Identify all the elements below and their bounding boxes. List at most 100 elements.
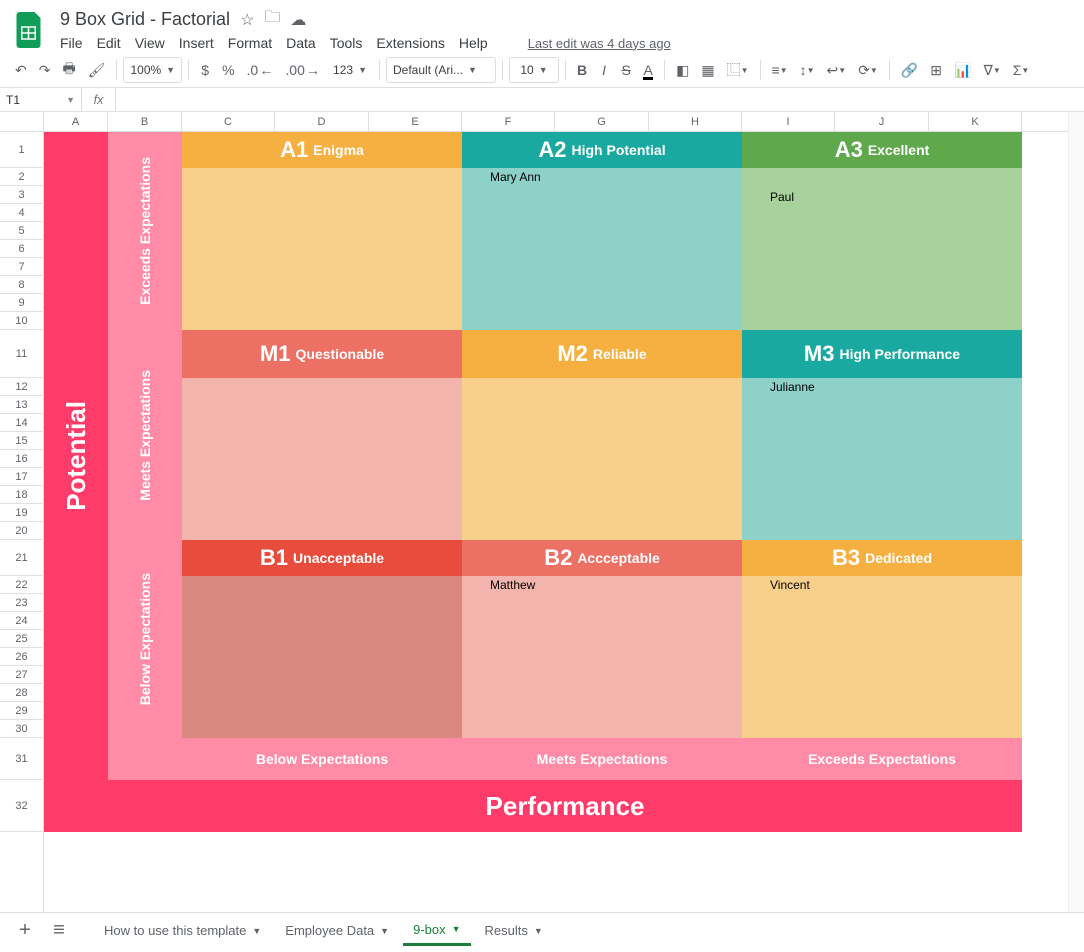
menu-help[interactable]: Help [459,35,488,51]
row-header[interactable]: 10 [0,312,43,330]
tab-employee-data[interactable]: Employee Data▼ [275,917,399,944]
row-header[interactable]: 28 [0,684,43,702]
borders-button[interactable]: ▦ [696,57,719,83]
last-edit-link[interactable]: Last edit was 4 days ago [528,36,671,51]
star-icon[interactable]: ☆ [240,10,254,30]
col-header[interactable]: E [369,112,462,131]
menu-insert[interactable]: Insert [179,35,214,51]
font-size-select[interactable]: 10▼ [509,57,559,83]
col-header[interactable]: I [742,112,835,131]
rotate-button[interactable]: ⟳ ▼ [853,57,883,83]
col-header[interactable]: J [835,112,929,131]
menu-file[interactable]: File [60,35,83,51]
insert-chart-button[interactable]: 📊 [949,57,976,83]
col-header[interactable]: D [275,112,369,131]
col-header[interactable]: H [649,112,742,131]
row-header[interactable]: 21 [0,540,43,576]
percent-button[interactable]: % [217,57,239,83]
box-body-B2[interactable]: Matthew [462,576,742,738]
valign-button[interactable]: ↕ ▼ [795,57,820,83]
row-header[interactable]: 11 [0,330,43,378]
box-body-A1[interactable] [182,168,462,330]
zoom-select[interactable]: 100%▼ [123,57,182,83]
menu-view[interactable]: View [135,35,165,51]
row-header[interactable]: 9 [0,294,43,312]
more-formats-select[interactable]: 123▼ [327,57,373,83]
dec-increase-button[interactable]: .00 → [280,57,325,83]
undo-button[interactable]: ↶ [10,57,32,83]
add-sheet-button[interactable]: + [10,916,40,946]
col-header[interactable]: B [108,112,182,131]
filter-button[interactable]: ∇ ▼ [978,57,1005,83]
col-header[interactable]: K [929,112,1022,131]
row-header[interactable]: 14 [0,414,43,432]
row-header[interactable]: 7 [0,258,43,276]
row-header[interactable]: 26 [0,648,43,666]
row-header[interactable]: 4 [0,204,43,222]
row-header[interactable]: 1 [0,132,43,168]
col-header[interactable]: C [182,112,275,131]
comment-button[interactable]: ⊞ [925,57,947,83]
sheets-logo[interactable] [10,10,50,50]
col-header[interactable]: A [44,112,108,131]
name-box[interactable]: T1▼ [0,88,82,111]
strike-button[interactable]: S [616,57,636,83]
redo-button[interactable]: ↷ [34,57,56,83]
row-header[interactable]: 5 [0,222,43,240]
row-header[interactable]: 13 [0,396,43,414]
doc-title[interactable]: 9 Box Grid - Factorial [60,9,230,30]
functions-button[interactable]: Σ ▼ [1008,57,1035,83]
row-header[interactable]: 27 [0,666,43,684]
row-header[interactable]: 20 [0,522,43,540]
box-body-M2[interactable] [462,378,742,540]
menu-data[interactable]: Data [286,35,316,51]
currency-button[interactable]: $ [195,57,215,83]
box-body-B3[interactable]: Vincent [742,576,1022,738]
row-header[interactable]: 15 [0,432,43,450]
row-header[interactable]: 19 [0,504,43,522]
paint-format-button[interactable]: 🖌 [83,57,111,83]
print-button[interactable]: 🖶 [57,57,80,83]
halign-button[interactable]: ≡ ▼ [767,57,793,83]
menu-format[interactable]: Format [228,35,272,51]
menu-extensions[interactable]: Extensions [376,35,444,51]
bold-button[interactable]: B [572,57,592,83]
row-header[interactable]: 3 [0,186,43,204]
box-body-A3[interactable]: Paul [742,168,1022,330]
row-header[interactable]: 32 [0,780,43,832]
row-header[interactable]: 18 [0,486,43,504]
menu-edit[interactable]: Edit [97,35,121,51]
row-header[interactable]: 25 [0,630,43,648]
tab-results[interactable]: Results▼ [475,917,553,944]
font-select[interactable]: Default (Ari...▼ [386,57,496,83]
formula-input[interactable] [116,88,1084,111]
text-color-button[interactable]: A [638,57,658,83]
box-body-A2[interactable]: Mary Ann [462,168,742,330]
row-header[interactable]: 24 [0,612,43,630]
row-header[interactable]: 29 [0,702,43,720]
row-header[interactable]: 23 [0,594,43,612]
row-header[interactable]: 22 [0,576,43,594]
col-header[interactable]: F [462,112,555,131]
merge-button[interactable]: ⿺ ▼ [722,57,754,83]
box-body-B1[interactable] [182,576,462,738]
row-header[interactable]: 16 [0,450,43,468]
wrap-button[interactable]: ↩ ▼ [822,57,852,83]
link-button[interactable]: 🔗 [896,57,923,83]
row-header[interactable]: 30 [0,720,43,738]
vertical-scrollbar[interactable] [1068,112,1084,912]
menu-tools[interactable]: Tools [330,35,363,51]
move-icon[interactable]: 🗀 [264,6,280,33]
cloud-icon[interactable]: ☁ [290,10,306,30]
col-header[interactable]: G [555,112,649,131]
row-header[interactable]: 8 [0,276,43,294]
dec-decrease-button[interactable]: .0 ← [242,57,279,83]
tab-9box[interactable]: 9-box▼ [403,916,470,946]
row-header[interactable]: 2 [0,168,43,186]
italic-button[interactable]: I [594,57,614,83]
all-sheets-button[interactable]: ≡ [44,916,74,946]
row-header[interactable]: 6 [0,240,43,258]
row-header[interactable]: 12 [0,378,43,396]
tab-how-to[interactable]: How to use this template▼ [94,917,271,944]
box-body-M1[interactable] [182,378,462,540]
